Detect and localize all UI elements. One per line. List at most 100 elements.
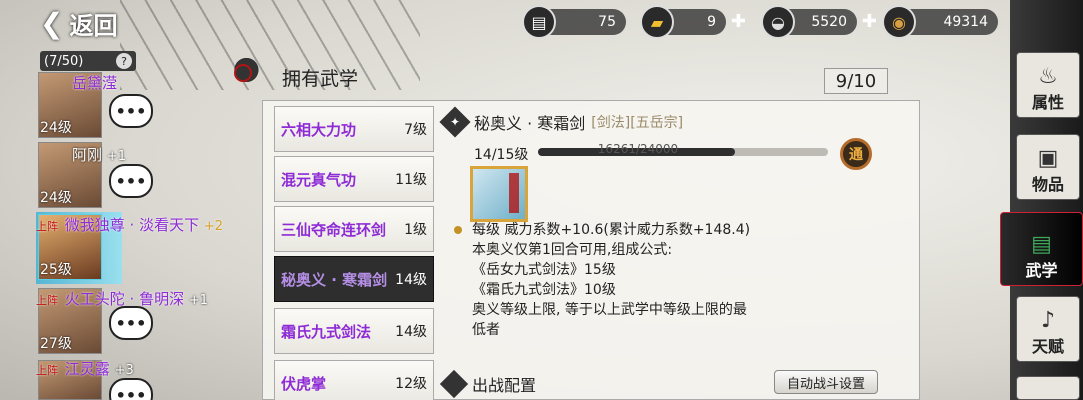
add-silver-button[interactable]: ✚ bbox=[862, 11, 877, 32]
hero-name: 阿刚 bbox=[72, 146, 103, 164]
flute-icon: ♪ bbox=[1040, 308, 1056, 333]
brush-icon bbox=[228, 50, 274, 90]
hero-level: 24级 bbox=[40, 120, 72, 136]
skill-description: 每级 威力系数+10.6(累计威力系数+148.4) 本奥义仅第1回合可用,组成… bbox=[454, 220, 814, 340]
chat-bubble-icon[interactable]: ••• bbox=[109, 164, 153, 198]
tab-talents[interactable]: ♪ 天赋 bbox=[1016, 296, 1080, 362]
tab-attributes[interactable]: ♨ 属性 bbox=[1016, 52, 1080, 118]
coin-icon: ◉ bbox=[882, 5, 916, 39]
hero-list: (7/50) ? 24级 岳黛滢 ••• 24级 阿刚 +1 ••• 25级 上… bbox=[36, 44, 246, 400]
desc-line: 低者 bbox=[472, 322, 500, 338]
deployed-badge: 上阵 bbox=[36, 220, 58, 233]
hero-count-text: (7/50) bbox=[44, 53, 84, 69]
skill-name: 秘奥义 · 寒霜剑 bbox=[281, 270, 388, 289]
tab-label: 天赋 bbox=[1031, 337, 1064, 356]
skill-list: 六相大力功 7级 混元真气功 11级 三仙夺命连环剑 1级 秘奥义 · 寒霜剑 … bbox=[270, 106, 438, 400]
hero-bonus: +3 bbox=[114, 363, 134, 378]
skill-level: 1级 bbox=[404, 222, 427, 238]
resource-silver: ◒ 5520 ✚ bbox=[761, 5, 877, 39]
tab-more[interactable] bbox=[1016, 376, 1080, 400]
desc-line: 本奥义仅第1回合可用,组成公式: bbox=[472, 242, 673, 258]
chevron-left-icon: ❮ bbox=[40, 6, 64, 40]
hero-bonus: +1 bbox=[106, 149, 126, 164]
skill-item[interactable]: 六相大力功 7级 bbox=[274, 106, 434, 152]
resource-value: 9 bbox=[707, 14, 716, 30]
skill-item[interactable]: 混元真气功 11级 bbox=[274, 156, 434, 202]
hero-level: 25级 bbox=[40, 262, 72, 278]
skill-detail-header: ✦ 秘奥义 · 寒霜剑 [剑法][五岳宗] bbox=[439, 106, 684, 138]
skill-name: 伏虎掌 bbox=[281, 374, 327, 393]
skill-detail: ✦ 秘奥义 · 寒霜剑 [剑法][五岳宗] 14/15级 16261/24000… bbox=[439, 106, 914, 400]
skill-tags: [剑法][五岳宗] bbox=[591, 115, 684, 131]
skill-detail-level: 14/15级 bbox=[474, 147, 529, 163]
hero-name: 微我独尊 · 淡看天下 bbox=[64, 216, 200, 234]
skill-level: 14级 bbox=[395, 272, 427, 288]
back-label: 返回 bbox=[69, 11, 118, 40]
skill-item-selected[interactable]: 秘奥义 · 寒霜剑 14级 bbox=[274, 256, 434, 302]
skill-icon bbox=[470, 166, 528, 222]
skill-detail-name: 秘奥义 · 寒霜剑 bbox=[474, 114, 586, 133]
skill-name: 六相大力功 bbox=[281, 120, 357, 139]
chat-glyph: ••• bbox=[115, 171, 147, 191]
skill-name: 混元真气功 bbox=[281, 170, 357, 189]
desc-line: 《岳女九式剑法》15级 bbox=[472, 262, 616, 278]
tab-items[interactable]: ▣ 物品 bbox=[1016, 134, 1080, 200]
tab-label: 属性 bbox=[1031, 93, 1064, 112]
skill-item[interactable]: 霜氏九式剑法 14级 bbox=[274, 308, 434, 354]
deployed-badge: 上阵 bbox=[36, 364, 58, 377]
desc-line: 《霜氏九式剑法》10级 bbox=[472, 282, 616, 298]
skill-level: 12级 bbox=[395, 376, 427, 392]
resource-value: 49314 bbox=[943, 14, 988, 30]
desc-line: 每级 威力系数+10.6(累计威力系数+148.4) bbox=[472, 222, 751, 238]
chat-bubble-icon[interactable]: ••• bbox=[109, 94, 153, 128]
gourd-icon: ♨ bbox=[1038, 64, 1058, 89]
tab-label: 武学 bbox=[1025, 261, 1058, 280]
skill-name: 霜氏九式剑法 bbox=[281, 322, 372, 341]
skill-item[interactable]: 三仙夺命连环剑 1级 bbox=[274, 206, 434, 252]
resource-gold: ▰ 9 ✚ bbox=[640, 5, 746, 39]
chat-glyph: ••• bbox=[115, 313, 147, 333]
chat-bubble-icon[interactable]: ••• bbox=[109, 378, 153, 400]
scroll-icon: ▤ bbox=[1031, 232, 1052, 257]
resource-coin: ◉ 49314 bbox=[882, 5, 998, 39]
battle-config-header: 出战配置 bbox=[439, 369, 537, 399]
resource-scroll: ▤ 75 bbox=[522, 5, 626, 39]
bullet-icon bbox=[454, 226, 462, 234]
resource-value: 75 bbox=[598, 14, 616, 30]
back-button[interactable]: ❮ 返回 bbox=[40, 6, 135, 40]
gold-bar-icon: ▰ bbox=[640, 5, 674, 39]
hero-name-row: 上阵 微我独尊 · 淡看天下 +2 bbox=[36, 214, 223, 235]
skill-name: 三仙夺命连环剑 bbox=[281, 220, 387, 239]
scroll-icon: ▤ bbox=[522, 5, 556, 39]
add-gold-button[interactable]: ✚ bbox=[731, 11, 746, 32]
skill-count: 9/10 bbox=[824, 68, 888, 94]
chat-glyph: ••• bbox=[115, 385, 147, 400]
help-icon[interactable]: ? bbox=[116, 53, 132, 69]
skill-item[interactable]: 伏虎掌 12级 bbox=[274, 360, 434, 400]
hero-name-row: 阿刚 +1 bbox=[72, 144, 126, 165]
battle-config-title: 出战配置 bbox=[472, 376, 537, 395]
skill-level: 7级 bbox=[404, 122, 427, 138]
panel-title: 拥有武学 bbox=[282, 68, 359, 90]
silver-ingot-icon: ◒ bbox=[761, 5, 795, 39]
mastery-badge[interactable]: 通 bbox=[840, 138, 872, 170]
hero-bonus: +2 bbox=[203, 219, 224, 234]
hero-name: 江灵露 bbox=[64, 360, 110, 378]
desc-line: 奥义等级上限, 等于以上武学中等级上限的最 bbox=[472, 302, 747, 318]
config-icon bbox=[439, 369, 469, 399]
skill-type-icon: ✦ bbox=[439, 106, 471, 138]
skill-level: 11级 bbox=[395, 172, 427, 188]
hero-count: (7/50) ? bbox=[40, 51, 136, 71]
deployed-badge: 上阵 bbox=[36, 294, 58, 307]
hero-level: 27级 bbox=[40, 336, 72, 352]
hero-name: 岳黛滢 bbox=[72, 74, 118, 92]
auto-battle-settings-button[interactable]: 自动战斗设置 bbox=[774, 370, 878, 394]
hero-bonus: +1 bbox=[188, 293, 209, 308]
chat-bubble-icon[interactable]: ••• bbox=[109, 306, 153, 340]
tab-label: 物品 bbox=[1031, 175, 1064, 194]
hero-name-row: 上阵 江灵露 +3 bbox=[36, 358, 134, 379]
tab-martial-arts[interactable]: ▤ 武学 bbox=[1000, 212, 1083, 286]
box-icon: ▣ bbox=[1037, 146, 1059, 171]
chat-glyph: ••• bbox=[115, 101, 147, 121]
hero-level: 24级 bbox=[40, 190, 72, 206]
